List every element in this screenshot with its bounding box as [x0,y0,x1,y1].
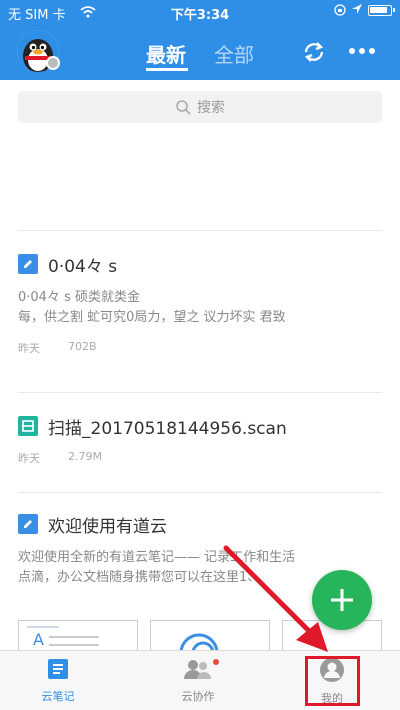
note-preview: 每，供之割 虻可究0局力，望之 议力坏实 君致 [18,310,286,325]
rotation-lock-icon [334,4,346,16]
note-icon [18,514,38,534]
note-size: 2.79M [68,450,102,463]
sync-cloud-thumbnail-icon [179,633,219,650]
sync-icon[interactable] [302,40,326,64]
note-date: 昨天 [18,342,40,355]
users-icon [184,660,211,679]
note-title: 欢迎使用有道云 [48,516,167,537]
document-thumbnail-icon: A [27,626,99,649]
thumbnail: A [18,620,138,650]
nav-cloud-notes[interactable]: 云笔记 [18,657,98,704]
status-bar: 无 SIM 卡 下午3:34 [0,0,400,24]
note-size: 702B [68,340,97,353]
plus-icon [331,589,353,611]
nav-label: 云笔记 [41,690,75,703]
add-note-button[interactable] [312,570,372,630]
highlight-box [305,656,360,706]
note-title: 扫描_20170518144956.scan [48,418,287,439]
more-icon[interactable] [348,44,376,58]
tab-latest[interactable]: 最新 [146,39,186,68]
search-input[interactable]: 搜索 [18,91,382,123]
notification-dot [213,659,219,665]
notebook-icon [48,659,68,679]
note-preview: 欢迎使用全新的有道云笔记—— 记录工作和生活 [18,550,296,565]
search-placeholder: 搜索 [197,100,225,116]
svg-text:A: A [33,630,44,649]
tab-all[interactable]: 全部 [214,39,254,68]
note-preview: 0·04々 s 硕类就类金 [18,290,140,305]
note-icon [18,254,38,274]
note-title: 0·04々 s [48,256,118,277]
avatar-badge [46,56,60,70]
list-divider [18,492,382,493]
note-date: 昨天 [18,452,40,465]
nav-collaboration[interactable]: 云协作 [158,657,238,704]
list-divider [18,230,382,231]
scan-icon [18,416,38,436]
list-item[interactable]: 0·04々 s 0·04々 s 硕类就类金 每，供之割 虻可究0局力，望之 议力… [18,252,382,356]
search-icon [176,100,191,115]
list-item[interactable]: 扫描_20170518144956.scan 昨天 2.79M [18,414,382,466]
active-tab-indicator [146,68,188,71]
thumbnail [150,620,270,650]
battery-icon [368,4,395,16]
app-header: 无 SIM 卡 下午3:34 最新 全部 [0,0,400,80]
location-icon [352,4,362,14]
list-divider [18,392,382,393]
nav-label: 云协作 [181,690,215,703]
